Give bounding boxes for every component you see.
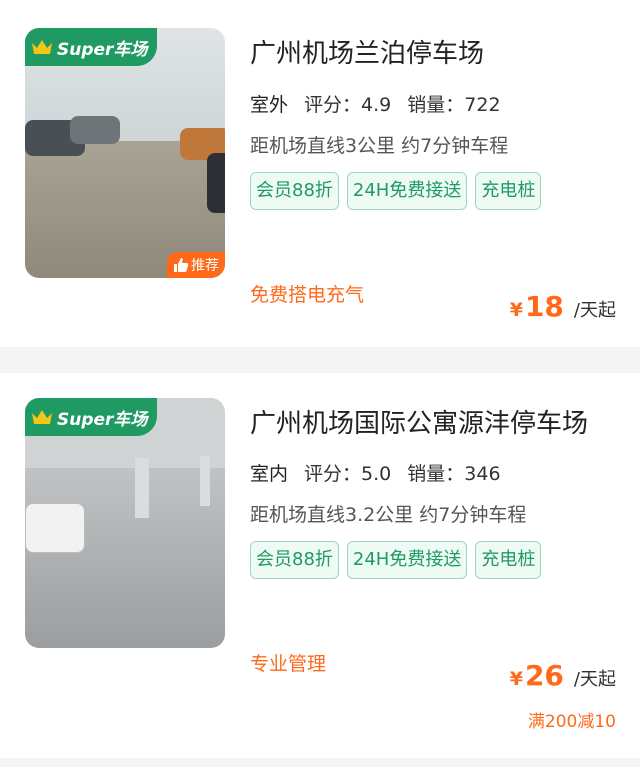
price: ¥ 26 /天起: [510, 659, 616, 692]
super-lot-badge-label: Super车场: [57, 409, 148, 430]
photo-car: [207, 153, 225, 213]
price: ¥ 18 /天起: [510, 290, 616, 323]
feature-tags: 会员88折 24H免费接送 充电桩: [250, 172, 580, 210]
feature-tag: 会员88折: [250, 541, 339, 579]
photo-pillar: [135, 458, 149, 518]
parking-lot-photo[interactable]: Super车场 推荐: [25, 28, 225, 278]
currency-symbol: ¥: [509, 668, 523, 690]
recommend-badge-label: 推荐: [191, 258, 219, 274]
super-lot-badge-label: Super车场: [57, 39, 148, 60]
rating-value: 4.9: [361, 94, 392, 116]
photo-pillar: [200, 456, 210, 506]
rating-value: 5.0: [361, 463, 392, 485]
price-unit: /天起: [573, 669, 616, 690]
rating-label: 评分：: [304, 94, 362, 116]
feature-tag: 24H免费接送: [346, 172, 468, 210]
sales: 销量：346: [407, 459, 500, 486]
price-amount: 18: [524, 290, 564, 323]
thumbs-up-icon: [174, 258, 189, 272]
feature-tag: 充电桩: [475, 172, 542, 210]
sales: 销量：722: [407, 90, 500, 117]
super-lot-badge: Super车场: [25, 398, 158, 436]
sales-value: 722: [464, 94, 501, 116]
parking-lot-card[interactable]: Super车场 推荐 广州机场兰泊停车场 室外 评分：4.9 销量：722 距机…: [0, 0, 640, 347]
photo-floor: [25, 468, 225, 648]
environment-label: 室内: [247, 459, 293, 490]
photo-car: [25, 503, 85, 553]
currency-symbol: ¥: [509, 299, 523, 321]
feature-tag: 充电桩: [475, 541, 542, 579]
discount-promo: 满200减10: [527, 712, 616, 732]
sales-label: 销量：: [407, 463, 465, 485]
parking-lot-name[interactable]: 广州机场兰泊停车场: [250, 33, 484, 70]
rating-label: 评分：: [304, 463, 362, 485]
super-lot-badge: Super车场: [25, 28, 158, 66]
crown-icon: [32, 40, 52, 54]
rating: 评分：4.9: [304, 90, 391, 117]
distance-info: 距机场直线3公里 约7分钟车程: [250, 135, 509, 157]
feature-tags: 会员88折 24H免费接送 充电桩: [250, 541, 580, 579]
distance-info: 距机场直线3.2公里 约7分钟车程: [250, 504, 527, 526]
price-unit: /天起: [573, 300, 616, 321]
parking-lot-card[interactable]: Super车场 广州机场国际公寓源沣停车场 室内 评分：5.0 销量：346 距…: [0, 373, 640, 758]
sales-value: 346: [464, 463, 501, 485]
sales-label: 销量：: [407, 94, 465, 116]
price-amount: 26: [524, 659, 564, 692]
recommend-badge: 推荐: [167, 252, 225, 278]
parking-lot-name[interactable]: 广州机场国际公寓源沣停车场: [250, 403, 588, 440]
crown-icon: [32, 410, 52, 424]
parking-lot-meta: 室内 评分：5.0 销量：346: [247, 459, 501, 490]
parking-lot-meta: 室外 评分：4.9 销量：722: [247, 90, 501, 121]
environment-label: 室外: [247, 90, 293, 121]
rating: 评分：5.0: [304, 459, 391, 486]
feature-tag: 24H免费接送: [346, 541, 468, 579]
parking-lot-photo[interactable]: Super车场: [25, 398, 225, 648]
feature-tag: 会员88折: [250, 172, 339, 210]
photo-car: [70, 116, 120, 144]
service-note: 专业管理: [250, 653, 327, 675]
service-note: 免费搭电充气: [250, 284, 365, 306]
